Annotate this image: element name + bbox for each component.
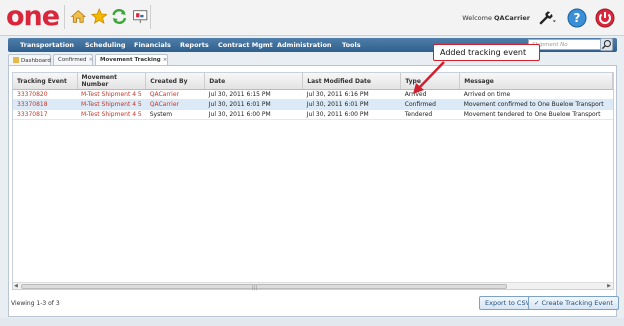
created-by-cell: System: [145, 109, 205, 120]
menu-financials[interactable]: Financials: [134, 41, 171, 49]
quick-icons: [70, 8, 148, 28]
wrench-icon[interactable]: [536, 9, 556, 27]
search-icon: [601, 40, 611, 50]
scroll-left-icon[interactable]: ◀: [14, 283, 18, 289]
type-cell: Tendered: [400, 109, 460, 120]
close-icon[interactable]: ×: [163, 57, 168, 63]
divider: [150, 5, 151, 29]
annotation-arrow: [413, 61, 445, 94]
tab-dashboard[interactable]: Dashboard×: [8, 54, 57, 65]
date-cell: Jul 30, 2011 6:01 PM: [204, 99, 303, 110]
svg-text:?: ?: [574, 11, 581, 25]
username: QACarrier: [494, 14, 530, 22]
table-row[interactable]: 33370818 M-Test Shipment 4 5 QACarrier J…: [13, 99, 613, 110]
bottom-strip: [0, 318, 624, 326]
table-row[interactable]: 33370817 M-Test Shipment 4 5 System Jul …: [13, 109, 613, 120]
column-header[interactable]: Created By: [145, 73, 206, 90]
column-header[interactable]: Last Modified Date: [302, 73, 402, 90]
date-cell: Jul 30, 2011 6:00 PM: [204, 109, 303, 120]
type-cell: Confirmed: [400, 99, 460, 110]
column-header[interactable]: Message: [459, 73, 613, 90]
home-icon[interactable]: [70, 8, 87, 25]
welcome-prefix: Welcome: [462, 14, 495, 22]
scroll-right-icon[interactable]: ▶: [607, 283, 611, 289]
menu-transportation[interactable]: Transportation: [20, 41, 74, 49]
divider: [64, 5, 65, 29]
star-icon[interactable]: [90, 8, 108, 25]
tracking-event-link[interactable]: 33370820: [13, 89, 77, 100]
movement-number-link[interactable]: M-Test Shipment 4 5: [77, 109, 146, 120]
top-bar: one Welcome QACarrier ?: [0, 0, 624, 36]
movement-number-link[interactable]: M-Test Shipment 4 5: [77, 89, 146, 100]
created-by-link[interactable]: QACarrier: [145, 99, 205, 110]
tracking-event-link[interactable]: 33370818: [13, 99, 77, 110]
close-icon[interactable]: ×: [89, 57, 94, 63]
message-cell: Movement confirmed to One Buelow Transpo…: [459, 99, 613, 110]
modified-date-cell: Jul 30, 2011 6:16 PM: [302, 89, 401, 100]
dashboard-tab-icon: [13, 57, 19, 63]
menu-contract-mgmt[interactable]: Contract Mgmt: [218, 41, 273, 49]
tab-movement-tracking[interactable]: Movement Tracking ×: [95, 54, 168, 65]
tab-label: Dashboard: [21, 58, 51, 64]
power-icon[interactable]: [595, 8, 615, 28]
modified-date-cell: Jul 30, 2011 6:00 PM: [302, 109, 401, 120]
date-cell: Jul 30, 2011 6:15 PM: [204, 89, 303, 100]
grip-icon: |||: [252, 285, 258, 291]
search-button[interactable]: [600, 38, 613, 51]
table-row[interactable]: 33370820 M-Test Shipment 4 5 QACarrier J…: [13, 89, 613, 100]
menu-administration[interactable]: Administration: [277, 41, 332, 49]
tracking-grid: Tracking Event Movement Number Created B…: [12, 72, 614, 291]
tab-label: Movement Tracking: [100, 57, 161, 63]
content-panel: Tracking Event Movement Number Created B…: [8, 65, 619, 317]
message-cell: Movement tendered to One Buelow Transpor…: [459, 109, 613, 120]
menu-scheduling[interactable]: Scheduling: [85, 41, 126, 49]
check-icon: ✓: [534, 299, 542, 307]
annotation-callout: Added tracking event: [433, 44, 540, 61]
tab-confirmed[interactable]: Confirmed ×: [53, 54, 93, 65]
welcome-text: Welcome QACarrier: [462, 14, 530, 22]
search-input[interactable]: Shipment No: [528, 39, 608, 50]
tracking-event-link[interactable]: 33370817: [13, 109, 77, 120]
menu-reports[interactable]: Reports: [180, 41, 209, 49]
column-header[interactable]: Movement Number: [77, 73, 147, 90]
created-by-link[interactable]: QACarrier: [145, 89, 205, 100]
movement-number-link[interactable]: M-Test Shipment 4 5: [77, 99, 146, 110]
create-tracking-event-button[interactable]: ✓ Create Tracking Event: [528, 296, 619, 310]
message-cell: Arrived on time: [459, 89, 613, 100]
app-logo[interactable]: one: [6, 3, 60, 31]
menu-tools[interactable]: Tools: [342, 41, 361, 49]
header-row: Tracking Event Movement Number Created B…: [13, 73, 613, 90]
tracking-table: Tracking Event Movement Number Created B…: [13, 73, 613, 120]
help-icon[interactable]: ?: [567, 8, 587, 28]
scroll-thumb[interactable]: |||: [21, 284, 507, 291]
column-header[interactable]: Date: [204, 73, 304, 90]
presentation-icon[interactable]: [132, 8, 149, 25]
horizontal-scrollbar[interactable]: ◀ ||| ▶: [13, 282, 613, 291]
modified-date-cell: Jul 30, 2011 6:01 PM: [302, 99, 401, 110]
refresh-icon[interactable]: [111, 8, 128, 25]
tab-label: Confirmed: [58, 57, 87, 63]
button-label: Create Tracking Event: [541, 299, 613, 307]
paging-status: Viewing 1-3 of 3: [11, 300, 60, 307]
column-header[interactable]: Tracking Event: [13, 73, 78, 90]
